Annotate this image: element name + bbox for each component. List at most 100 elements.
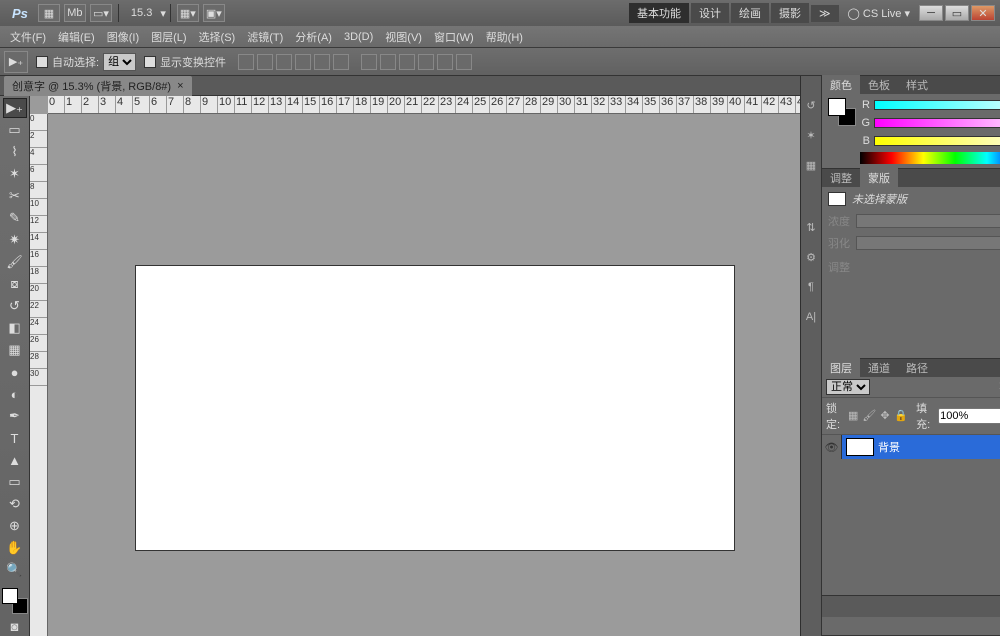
- mini-bridge-icon[interactable]: Mb: [64, 4, 86, 22]
- blur-tool[interactable]: ●: [3, 362, 27, 382]
- 3d-camera-tool[interactable]: ⊕: [3, 516, 27, 536]
- zoom-tool[interactable]: 🔍: [3, 560, 27, 580]
- launch-bridge-icon[interactable]: ▦: [38, 4, 60, 22]
- dist-top-icon[interactable]: [361, 54, 377, 70]
- screen-mode-icon[interactable]: ▭▾: [90, 4, 112, 22]
- current-tool-icon[interactable]: ▶₊: [4, 51, 28, 73]
- align-right-icon[interactable]: [333, 54, 349, 70]
- menu-file[interactable]: 文件(F): [4, 27, 52, 47]
- quickmask-tool[interactable]: ◙: [3, 616, 27, 636]
- color-swatches[interactable]: [2, 588, 28, 614]
- layer-name[interactable]: 背景: [878, 439, 900, 455]
- tab-swatches[interactable]: 色板: [860, 75, 898, 95]
- path-select-tool[interactable]: ▲: [3, 450, 27, 470]
- healing-tool[interactable]: ✷: [3, 230, 27, 250]
- menu-edit[interactable]: 编辑(E): [52, 27, 101, 47]
- feather-field[interactable]: [856, 236, 1000, 250]
- lasso-tool[interactable]: ⌇: [3, 142, 27, 162]
- pen-tool[interactable]: ✒: [3, 406, 27, 426]
- history-panel-icon[interactable]: ↺: [801, 96, 821, 114]
- g-slider[interactable]: [874, 118, 1000, 128]
- menu-select[interactable]: 选择(S): [193, 27, 242, 47]
- history-brush-tool[interactable]: ↺: [3, 296, 27, 316]
- menu-analysis[interactable]: 分析(A): [289, 27, 338, 47]
- workspace-design[interactable]: 设计: [691, 3, 729, 23]
- tab-paths[interactable]: 路径: [898, 358, 936, 378]
- menu-view[interactable]: 视图(V): [379, 27, 428, 47]
- eyedropper-tool[interactable]: ✎: [3, 208, 27, 228]
- layer-visibility-icon[interactable]: 👁: [822, 435, 842, 459]
- document-canvas[interactable]: [136, 266, 734, 550]
- blend-mode-select[interactable]: 正常: [826, 379, 870, 395]
- fg-swatch[interactable]: [828, 98, 846, 116]
- window-close-icon[interactable]: ✕: [971, 5, 995, 21]
- dist-right-icon[interactable]: [456, 54, 472, 70]
- align-bottom-icon[interactable]: [276, 54, 292, 70]
- menu-help[interactable]: 帮助(H): [480, 27, 529, 47]
- menu-window[interactable]: 窗口(W): [428, 27, 480, 47]
- paragraph-panel-icon[interactable]: ¶: [801, 278, 821, 296]
- canvas-area[interactable]: 0123456789101112131415161718192021222324…: [30, 96, 800, 636]
- close-tab-icon[interactable]: ×: [177, 80, 183, 92]
- quick-select-tool[interactable]: ✶: [3, 164, 27, 184]
- brushpreset-panel-icon[interactable]: ⇅: [801, 218, 821, 236]
- marquee-tool[interactable]: ▭: [3, 120, 27, 140]
- fill-input[interactable]: [938, 408, 1000, 424]
- b-slider[interactable]: [874, 136, 1000, 146]
- autoselect-target[interactable]: 组: [103, 53, 136, 71]
- foreground-color-swatch[interactable]: [2, 588, 18, 604]
- screen-mode2-icon[interactable]: ▣▾: [203, 4, 225, 22]
- workspace-paint[interactable]: 绘画: [731, 3, 769, 23]
- cslive-menu[interactable]: ◯ CS Live ▾: [840, 5, 918, 22]
- align-top-icon[interactable]: [238, 54, 254, 70]
- menu-3d[interactable]: 3D(D): [338, 29, 379, 45]
- tab-color[interactable]: 颜色: [822, 75, 860, 95]
- menu-layer[interactable]: 图层(L): [145, 27, 192, 47]
- align-vcenter-icon[interactable]: [257, 54, 273, 70]
- workspace-photo[interactable]: 摄影: [771, 3, 809, 23]
- tab-styles[interactable]: 样式: [898, 75, 936, 95]
- lock-all-icon[interactable]: 🔒: [894, 409, 908, 423]
- dist-hcenter-icon[interactable]: [437, 54, 453, 70]
- toolpreset-panel-icon[interactable]: ⚙: [801, 248, 821, 266]
- 3d-tool[interactable]: ⟲: [3, 494, 27, 514]
- crop-tool[interactable]: ✂: [3, 186, 27, 206]
- autoselect-checkbox[interactable]: [36, 56, 48, 68]
- transform-checkbox[interactable]: [144, 56, 156, 68]
- dist-bottom-icon[interactable]: [399, 54, 415, 70]
- lock-transparent-icon[interactable]: ▦: [848, 409, 858, 423]
- tab-mask[interactable]: 蒙版: [860, 168, 898, 188]
- type-tool[interactable]: T: [3, 428, 27, 448]
- tab-layers[interactable]: 图层: [822, 358, 860, 378]
- color-spectrum[interactable]: [860, 152, 1000, 164]
- layer-row[interactable]: 👁 背景 🔒: [822, 435, 1000, 459]
- brush-panel-icon[interactable]: ✶: [801, 126, 821, 144]
- window-minimize-icon[interactable]: ─: [919, 5, 943, 21]
- tab-channels[interactable]: 通道: [860, 358, 898, 378]
- move-tool[interactable]: ▶₊: [3, 98, 27, 118]
- shape-tool[interactable]: ▭: [3, 472, 27, 492]
- window-maximize-icon[interactable]: ▭: [945, 5, 969, 21]
- clone-panel-icon[interactable]: ▦: [801, 156, 821, 174]
- lock-position-icon[interactable]: ✥: [880, 409, 890, 423]
- lock-pixels-icon[interactable]: 🖌: [862, 409, 876, 423]
- gradient-tool[interactable]: ▦: [3, 340, 27, 360]
- hand-tool[interactable]: ✋: [3, 538, 27, 558]
- character-panel-icon[interactable]: A|: [801, 308, 821, 326]
- align-hcenter-icon[interactable]: [314, 54, 330, 70]
- eraser-tool[interactable]: ◧: [3, 318, 27, 338]
- dodge-tool[interactable]: ◐: [3, 384, 27, 404]
- zoom-level[interactable]: 15.3: [131, 7, 152, 19]
- dist-left-icon[interactable]: [418, 54, 434, 70]
- menu-image[interactable]: 图像(I): [101, 27, 145, 47]
- stamp-tool[interactable]: ⧇: [3, 274, 27, 294]
- layer-thumbnail[interactable]: [846, 438, 874, 456]
- workspace-more[interactable]: ≫: [811, 5, 839, 22]
- workspace-basic[interactable]: 基本功能: [629, 3, 689, 23]
- brush-tool[interactable]: 🖌: [3, 252, 27, 272]
- r-slider[interactable]: [874, 100, 1000, 110]
- tab-adjust[interactable]: 调整: [822, 168, 860, 188]
- panel-color-swatch[interactable]: [828, 98, 856, 126]
- document-tab[interactable]: 创意字 @ 15.3% (背景, RGB/8#) ×: [4, 76, 192, 96]
- arrange-docs-icon[interactable]: ▦▾: [177, 4, 199, 22]
